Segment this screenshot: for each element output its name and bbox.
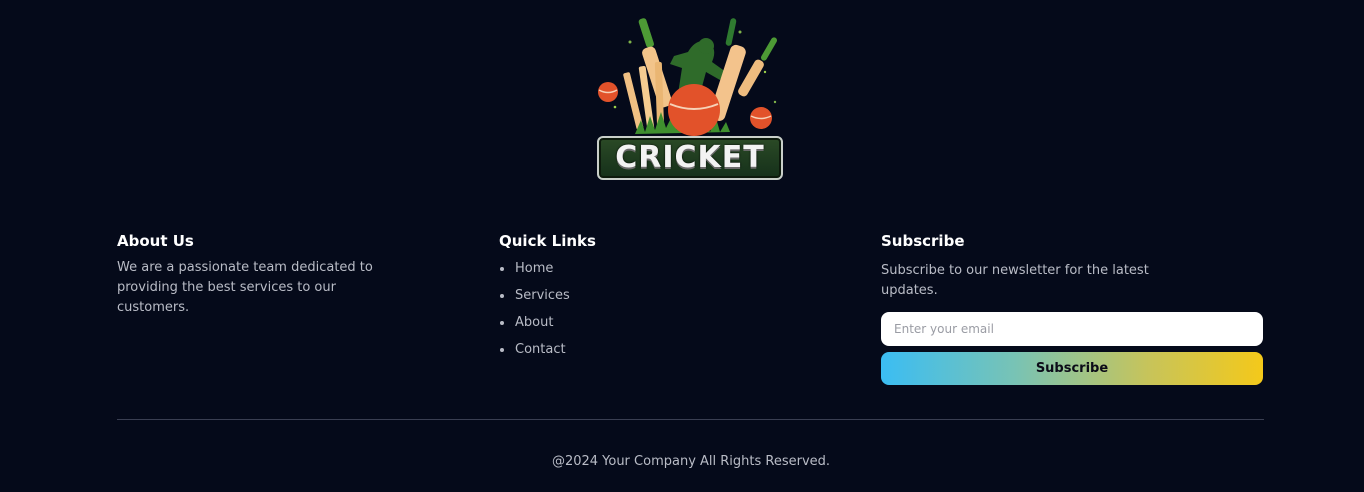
site-footer: CRICKET About Us We are a passionate tea… [0, 0, 1364, 492]
cricket-logo-icon [598, 18, 777, 136]
home-link[interactable]: Home [515, 261, 553, 276]
email-input[interactable] [881, 312, 1263, 346]
quick-link-services: Services [499, 286, 749, 313]
subscribe-title: Subscribe [881, 232, 965, 250]
quick-link-home: Home [499, 259, 749, 286]
contact-link[interactable]: Contact [515, 342, 566, 357]
quick-links-section: Quick Links Home Services About Contact [499, 230, 749, 367]
subscribe-text: Subscribe to our newsletter for the late… [881, 263, 1149, 298]
bullet-icon [500, 348, 504, 352]
subscribe-button[interactable]: Subscribe [881, 352, 1263, 385]
copyright-text: @2024 Your Company All Rights Reserved. [551, 454, 831, 469]
cricket-logo[interactable]: CRICKET [590, 12, 790, 184]
logo-text-plate: CRICKET [597, 136, 783, 180]
about-section: About Us We are a passionate team dedica… [117, 230, 417, 318]
bullet-icon [500, 267, 504, 271]
services-link[interactable]: Services [515, 288, 570, 303]
quick-link-contact: Contact [499, 340, 749, 367]
subscribe-section: Subscribe Subscribe to our newsletter fo… [881, 230, 1264, 385]
about-link[interactable]: About [515, 315, 553, 330]
footer-columns: About Us We are a passionate team dedica… [117, 230, 1264, 390]
bullet-icon [500, 321, 504, 325]
about-title: About Us [117, 232, 194, 250]
logo-wordmark: CRICKET [615, 140, 765, 175]
quick-links-title: Quick Links [499, 232, 596, 250]
footer-divider [117, 419, 1264, 420]
quick-link-about: About [499, 313, 749, 340]
quick-links-list: Home Services About Contact [499, 259, 749, 367]
about-text: We are a passionate team dedicated to pr… [117, 260, 373, 315]
bullet-icon [500, 294, 504, 298]
